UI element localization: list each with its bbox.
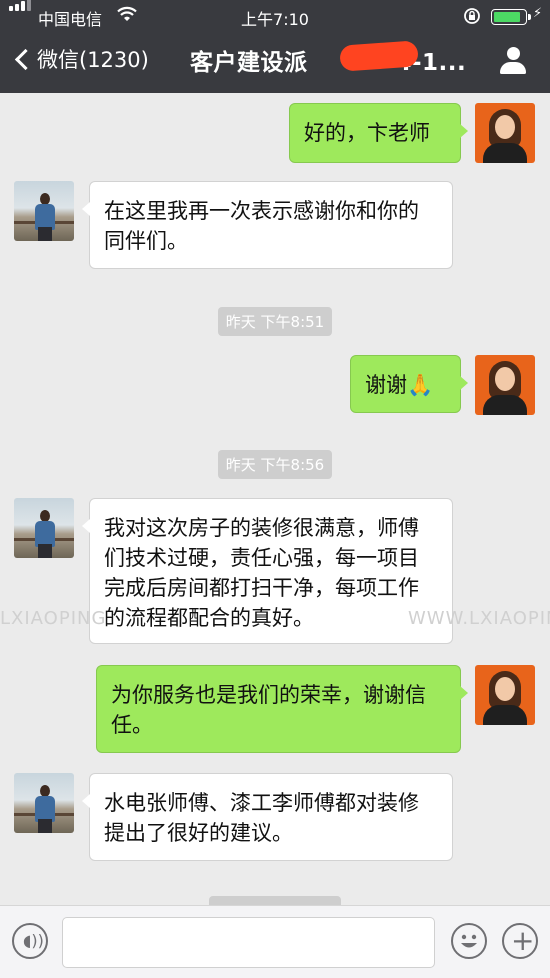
plus-icon[interactable]: + (502, 923, 538, 959)
back-label: 微信(1230) (37, 48, 149, 72)
message-text: 我对这次房子的装修很满意，师傅们技术过硬，责任心强，每一项目完成后房间都打扫干净… (104, 516, 419, 630)
charging-bolt-icon: ⚡ (533, 6, 543, 21)
watermark-left: LXIAOPING (0, 608, 107, 629)
my-avatar[interactable] (475, 665, 535, 725)
contact-avatar[interactable] (14, 181, 74, 241)
battery-icon (491, 9, 527, 25)
emoji-icon[interactable] (451, 923, 487, 959)
message-input[interactable] (62, 917, 435, 968)
message-text: 谢谢🙏 (365, 373, 434, 397)
redaction-mark (339, 40, 419, 72)
chevron-left-icon (14, 48, 37, 70)
contact-avatar[interactable] (14, 773, 74, 833)
my-avatar[interactable] (475, 103, 535, 163)
timestamp-text: 昨天 下午8:56 (217, 450, 333, 479)
timestamp-label: 昨天 下午8:56 (0, 450, 550, 479)
watermark-right: WWW.LXIAOPIN (408, 608, 550, 629)
message-text: 好的，卞老师 (304, 121, 430, 145)
nav-bar: 微信(1230) 客户建设派 4-1... (0, 32, 550, 93)
back-button[interactable]: 微信(1230) (12, 44, 149, 74)
input-bar: ◖)) + (0, 905, 550, 978)
chat-title-text: 客户建设派 (190, 50, 308, 76)
received-message-bubble[interactable]: 水电张师傅、漆工李师傅都对装修提出了很好的建议。 (82, 773, 453, 861)
person-icon[interactable] (500, 47, 526, 75)
my-avatar[interactable] (475, 355, 535, 415)
message-text: 为你服务也是我们的荣幸，谢谢信任。 (111, 683, 426, 737)
timestamp-text: 昨天 下午8:51 (217, 307, 333, 336)
received-message-bubble[interactable]: 我对这次房子的装修很满意，师傅们技术过硬，责任心强，每一项目完成后房间都打扫干净… (82, 498, 453, 644)
chat-history[interactable]: 好的，卞老师 在这里我再一次表示感谢你和你的同伴们。 昨天 下午8:51 谢谢🙏… (0, 93, 550, 905)
status-bar: 中国电信 上午7:10 ⚡ (0, 0, 550, 32)
sent-message-bubble[interactable]: 好的，卞老师 (289, 103, 468, 163)
timestamp-label: 昨天 下午8:51 (0, 307, 550, 336)
contact-avatar[interactable] (14, 498, 74, 558)
battery-level (494, 12, 521, 22)
orientation-lock-icon (462, 6, 482, 30)
chat-title: 客户建设派 4-1... (190, 43, 466, 77)
sent-message-bubble[interactable]: 为你服务也是我们的荣幸，谢谢信任。 (96, 665, 468, 753)
top-bar: 中国电信 上午7:10 ⚡ 微信(1230) 客户建设派 4-1... (0, 0, 550, 93)
battery-tip (528, 14, 531, 20)
message-text: 在这里我再一次表示感谢你和你的同伴们。 (104, 199, 419, 253)
received-message-bubble[interactable]: 在这里我再一次表示感谢你和你的同伴们。 (82, 181, 453, 269)
sent-message-bubble[interactable]: 谢谢🙏 (350, 355, 468, 413)
voice-icon[interactable]: ◖)) (12, 923, 48, 959)
message-text: 水电张师傅、漆工李师傅都对装修提出了很好的建议。 (104, 791, 419, 845)
timestamp-label-partial (209, 896, 341, 905)
